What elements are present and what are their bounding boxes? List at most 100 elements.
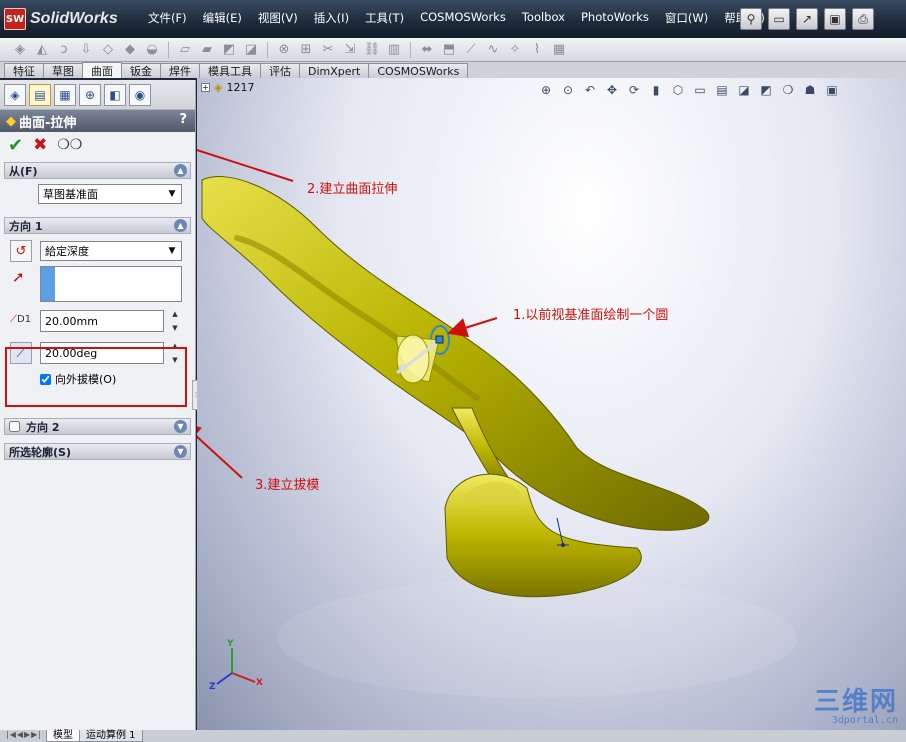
- graphics-area[interactable]: + ◈ 1217 ⊕ ⊙ ↶ ✥ ⟳ ▮ ⬡ ▭ ▤ ◪ ◩ ❍ ☗ ▣ 1.以…: [197, 78, 906, 730]
- spin-down-icon[interactable]: ▼: [172, 324, 177, 332]
- tab-surfaces[interactable]: 曲面: [82, 62, 122, 78]
- collapse-chevron-icon[interactable]: ▲: [174, 164, 187, 177]
- configuration-manager-icon[interactable]: ▦: [54, 83, 76, 106]
- swept-surface-icon[interactable]: ↄ: [54, 41, 74, 59]
- toolbar-divider: [410, 41, 411, 58]
- curves-icon[interactable]: ∿: [483, 41, 503, 59]
- trim-surface-icon[interactable]: ✂: [318, 41, 338, 59]
- direction2-label: 方向 2: [26, 420, 60, 434]
- reference-geometry-icon[interactable]: ✧: [505, 41, 525, 59]
- open-icon[interactable]: ↗: [796, 8, 818, 30]
- selected-contours-group: 所选轮廓(S) ▼: [4, 443, 191, 460]
- appearance-manager-icon[interactable]: ◉: [129, 83, 151, 106]
- extend-surface-icon[interactable]: ⇲: [340, 41, 360, 59]
- tab-weldments[interactable]: 焊件: [160, 63, 200, 78]
- fillet-icon[interactable]: ◒: [142, 41, 162, 59]
- direction1-header[interactable]: 方向 1 ▲: [4, 217, 191, 234]
- selected-contours-label: 所选轮廓(S): [9, 445, 71, 459]
- tab-cosmosworks[interactable]: COSMOSWorks: [368, 63, 469, 78]
- spin-up-icon[interactable]: ▲: [172, 310, 177, 318]
- annotation-arrow-1: [447, 317, 498, 338]
- menu-file[interactable]: 文件(F): [140, 10, 195, 26]
- toolbar-divider: [168, 41, 169, 58]
- direction2-header[interactable]: 方向 2 ▼: [4, 418, 191, 435]
- ruled-surface-icon[interactable]: ◩: [219, 41, 239, 59]
- filled-surface-icon[interactable]: ◆: [120, 41, 140, 59]
- new-document-icon[interactable]: ▭: [768, 8, 790, 30]
- tab-motion-study[interactable]: 运动算例 1: [79, 730, 143, 742]
- tab-features[interactable]: 特征: [4, 63, 44, 78]
- help-icon[interactable]: ?: [179, 112, 187, 127]
- start-condition-select[interactable]: 草图基准面 ▼: [38, 184, 182, 204]
- app-logo[interactable]: SW SolidWorks: [4, 6, 144, 32]
- print-icon[interactable]: ⎙: [852, 8, 874, 30]
- ok-check-icon[interactable]: ✔: [8, 135, 23, 156]
- menu-edit[interactable]: 编辑(E): [195, 10, 250, 26]
- depth-input[interactable]: 20.00mm: [40, 310, 164, 332]
- drag-handle[interactable]: [435, 335, 444, 344]
- boundary-surface-icon[interactable]: ◇: [98, 41, 118, 59]
- display-manager-icon[interactable]: ◧: [104, 83, 126, 106]
- cut-with-surface-icon[interactable]: ⬒: [439, 41, 459, 59]
- detailed-preview-icon[interactable]: ❍❍: [57, 137, 82, 153]
- extruded-surface-icon[interactable]: ◈: [10, 41, 30, 59]
- start-condition-value: 草图基准面: [43, 188, 98, 201]
- tab-sheet-metal[interactable]: 钣金: [121, 63, 161, 78]
- end-condition-select[interactable]: 給定深度 ▼: [40, 241, 182, 261]
- property-manager-icon[interactable]: ▤: [29, 83, 51, 106]
- replace-face-icon[interactable]: ⊞: [296, 41, 316, 59]
- menu-view[interactable]: 视图(V): [250, 10, 306, 26]
- pm-header: ◆ 曲面-拉伸 ?: [0, 110, 195, 132]
- annotation-arrow-2: [197, 148, 294, 182]
- direction2-checkbox[interactable]: [9, 421, 20, 432]
- surface-flatten-icon[interactable]: ▦: [549, 41, 569, 59]
- offset-surface-icon[interactable]: ▰: [197, 41, 217, 59]
- cancel-x-icon[interactable]: ✖: [33, 135, 47, 155]
- watermark-text: 三维网: [813, 687, 898, 717]
- selected-contours-header[interactable]: 所选轮廓(S) ▼: [4, 443, 191, 460]
- dimxpert-manager-icon[interactable]: ⊕: [79, 83, 101, 106]
- menu-window[interactable]: 窗口(W): [657, 10, 716, 26]
- menu-photoworks[interactable]: PhotoWorks: [573, 10, 657, 26]
- triad-x-label: X: [256, 678, 263, 688]
- split-line-icon[interactable]: ⌇: [527, 41, 547, 59]
- tab-model[interactable]: 模型: [46, 730, 80, 742]
- delete-face-icon[interactable]: ⊗: [274, 41, 294, 59]
- revolved-surface-icon[interactable]: ◭: [32, 41, 52, 59]
- depth-symbol-label: D1: [17, 314, 32, 325]
- menu-tools[interactable]: 工具(T): [357, 10, 412, 26]
- feature-manager-icon[interactable]: ◈: [4, 83, 26, 106]
- radiate-surface-icon[interactable]: ◪: [241, 41, 261, 59]
- selection-highlight: [41, 267, 55, 301]
- from-group-header[interactable]: 从(F) ▲: [4, 162, 191, 179]
- depth-spinner[interactable]: ▲ ▼: [168, 310, 182, 332]
- menu-toolbox[interactable]: Toolbox: [514, 10, 573, 26]
- surface-extrude-icon: ◆: [6, 113, 16, 129]
- tab-scroll-arrows-icon[interactable]: |◀◀▶▶|: [6, 730, 42, 739]
- tab-sketch[interactable]: 草图: [43, 63, 83, 78]
- lofted-surface-icon[interactable]: ⇩: [76, 41, 96, 59]
- direction-vector-box[interactable]: [40, 266, 182, 302]
- pin-icon[interactable]: ⚲: [740, 8, 762, 30]
- planar-surface-icon[interactable]: ▱: [175, 41, 195, 59]
- depth-d1-icon: ⟋D1: [10, 314, 32, 325]
- move-face-icon[interactable]: ⬌: [417, 41, 437, 59]
- tab-mold-tools[interactable]: 模具工具: [199, 63, 261, 78]
- draft-icon[interactable]: ⟋: [461, 41, 481, 59]
- command-manager-tabs: 特征 草图 曲面 钣金 焊件 模具工具 评估 DimXpert COSMOSWo…: [0, 62, 906, 78]
- tab-dimxpert[interactable]: DimXpert: [299, 63, 370, 78]
- bottom-tab-bar: |◀◀▶▶| 模型 运动算例 1: [0, 730, 906, 742]
- collapse-chevron-icon[interactable]: ▲: [174, 219, 187, 232]
- reverse-direction-icon[interactable]: ↺: [10, 240, 32, 262]
- from-group-body: 草图基准面 ▼: [4, 179, 191, 213]
- tab-evaluate[interactable]: 评估: [260, 63, 300, 78]
- from-group: 从(F) ▲ 草图基准面 ▼: [4, 162, 191, 213]
- knit-surface-icon[interactable]: ⛓: [362, 41, 382, 59]
- thicken-icon[interactable]: ▥: [384, 41, 404, 59]
- menu-cosmosworks[interactable]: COSMOSWorks: [412, 10, 514, 26]
- save-icon[interactable]: ▣: [824, 8, 846, 30]
- annotation-arrow-3: [197, 421, 243, 479]
- expand-chevron-icon[interactable]: ▼: [174, 445, 187, 458]
- menu-insert[interactable]: 插入(I): [306, 10, 357, 26]
- expand-chevron-icon[interactable]: ▼: [174, 420, 187, 433]
